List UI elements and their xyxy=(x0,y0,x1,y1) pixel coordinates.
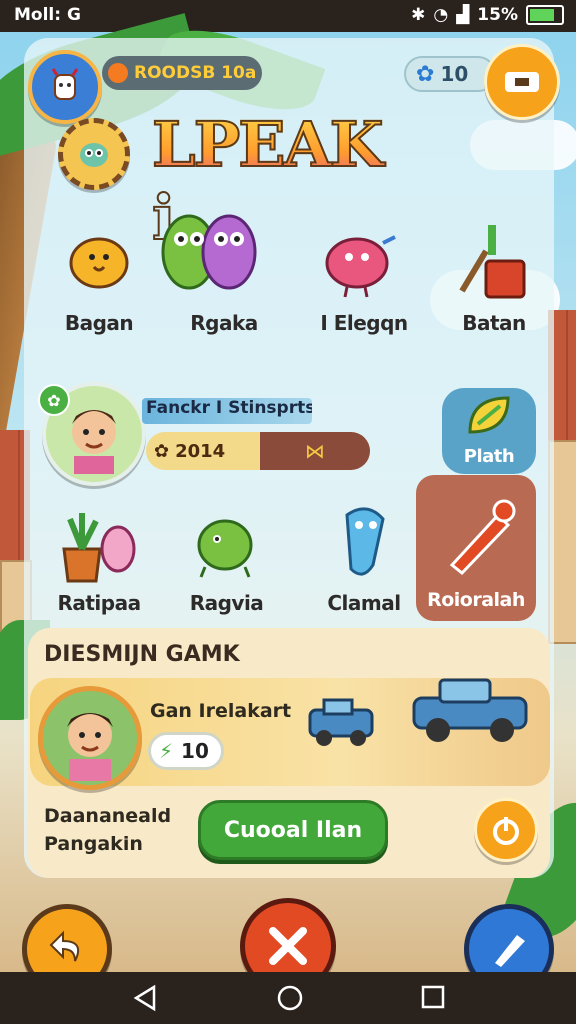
path-button-label: Plath xyxy=(463,446,515,467)
player-name: Gan Irelakart xyxy=(150,700,292,722)
goat-icon xyxy=(51,68,79,100)
player-avatar[interactable] xyxy=(38,686,142,790)
owls-icon xyxy=(161,214,257,290)
caption-line-1: Daananeald xyxy=(44,805,172,827)
game-title: LPEAK i xyxy=(151,107,412,255)
game-tile-roioralah[interactable]: Roioralah xyxy=(416,475,536,621)
game-label: Ragvia xyxy=(189,591,264,615)
bluetooth-icon: ✱ xyxy=(411,5,426,25)
pencil-icon xyxy=(449,499,516,575)
game-tile-batan[interactable]: Batan xyxy=(434,215,554,345)
leaf-icon xyxy=(468,396,510,434)
close-icon xyxy=(269,927,307,965)
path-button[interactable]: Plath xyxy=(442,388,536,474)
menu-avatar-button[interactable] xyxy=(28,50,102,124)
game-label: I Elegqn xyxy=(320,311,408,335)
energy-pill: ⚡ 10 xyxy=(148,732,224,770)
pink-bird-icon xyxy=(325,235,396,298)
status-left-text: Moll: G xyxy=(14,5,81,25)
energy-value: 10 xyxy=(181,739,209,763)
game-tile-ratipaa[interactable]: Ratipaa xyxy=(44,505,154,625)
score-value: 2014 xyxy=(175,440,226,462)
online-badge-icon: ✿ xyxy=(38,384,70,416)
caption-line-2: Pangakin xyxy=(44,833,143,855)
section-heading: DIESMIJN GAMK xyxy=(44,642,240,667)
game-label: Roioralah xyxy=(427,589,525,611)
plant-icon xyxy=(62,513,136,583)
profile-name: Fanckr I Stinsprts xyxy=(142,398,312,424)
power-icon xyxy=(493,817,519,845)
games-row-1: Bagan Rgaka I Elegqn Batan xyxy=(44,214,564,345)
game-label: Batan xyxy=(462,311,526,335)
bow-icon: ⋈ xyxy=(260,432,370,470)
bird-icon xyxy=(69,237,129,289)
bird-mascot-icon xyxy=(80,143,108,167)
game-label: Rgaka xyxy=(190,311,258,335)
game-tile-bagan[interactable]: Bagan xyxy=(44,215,154,345)
caption-block: Daananeald Pangakin xyxy=(44,802,204,858)
game-tile-elegqn[interactable]: I Elegqn xyxy=(299,215,429,345)
status-right: ✱ ◔ ▟ 15% xyxy=(411,5,564,25)
blue-creature-icon xyxy=(345,507,385,576)
power-button[interactable] xyxy=(474,798,538,862)
nav-home-icon[interactable] xyxy=(276,984,304,1012)
status-bar: Moll: G ✱ ◔ ▟ 15% xyxy=(0,0,576,32)
boy-avatar-icon xyxy=(67,713,113,781)
game-tile-ragvia[interactable]: Ragvia xyxy=(169,505,284,625)
score-bar: ✿ 2014 ⋈ xyxy=(146,432,370,470)
lizard-icon xyxy=(197,519,253,578)
currency-pill[interactable]: ROODSB 10a xyxy=(102,56,262,90)
signal-icon: ▟ xyxy=(456,5,470,25)
currency-label: ROODSB 10a xyxy=(134,63,257,83)
jeep-icon xyxy=(308,698,374,746)
primary-action-button[interactable]: Cuooal Ilan xyxy=(198,800,388,860)
battery-icon xyxy=(526,5,564,25)
ticket-button[interactable] xyxy=(484,44,560,120)
game-label: Ratipaa xyxy=(57,591,141,615)
flower-icon: ✿ xyxy=(154,440,170,462)
gear-gem-icon: ✿ xyxy=(416,61,435,87)
truck-icon xyxy=(412,678,528,742)
games-row-2: Ratipaa Ragvia Clamal Roioralah xyxy=(44,475,564,635)
game-tile-rgaka[interactable]: Rgaka xyxy=(159,214,289,345)
pen-icon xyxy=(495,935,525,967)
nav-recents-icon[interactable] xyxy=(420,984,446,1010)
nav-back-icon[interactable] xyxy=(132,984,158,1012)
gems-value: 10 xyxy=(440,62,469,86)
gems-pill[interactable]: ✿ 10 xyxy=(404,56,496,92)
system-nav-bar xyxy=(0,972,576,1024)
toolbox-icon xyxy=(459,225,526,299)
battery-text: 15% xyxy=(477,5,518,25)
lightning-icon: ⚡ xyxy=(159,739,174,763)
wifi-icon: ◔ xyxy=(433,5,449,25)
ticket-icon xyxy=(505,72,539,92)
coin-icon xyxy=(108,63,128,83)
badge-gear[interactable] xyxy=(58,118,130,190)
game-label: Bagan xyxy=(64,311,134,335)
undo-icon xyxy=(49,930,79,962)
